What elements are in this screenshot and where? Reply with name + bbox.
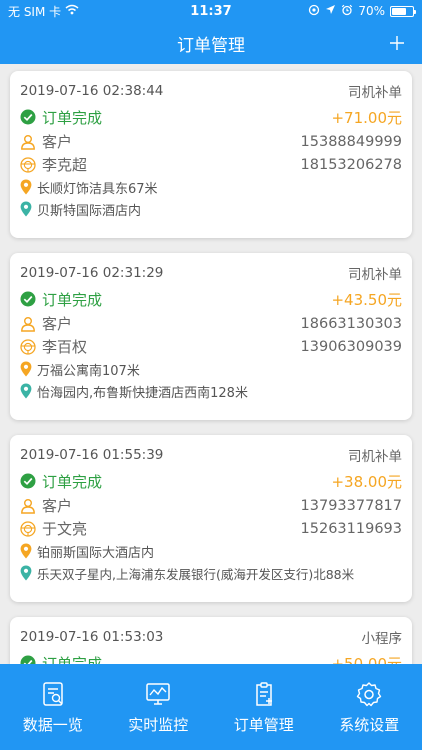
order-time: 2019-07-16 01:55:39 (20, 447, 164, 463)
driver-icon (20, 520, 36, 537)
customer-label: 客户 (42, 133, 73, 151)
page-title: 订单管理 (177, 35, 245, 56)
pickup-address: 长顺灯饰洁具东67米 (37, 181, 158, 197)
driver-name: 于文亮 (42, 520, 88, 538)
check-circle-icon (20, 473, 36, 489)
monitor-icon (146, 682, 170, 705)
customer-icon (21, 316, 35, 332)
tab-order-management[interactable]: 订单管理 (211, 664, 317, 750)
order-card[interactable]: 2019-07-16 02:31:29 司机补单 订单完成 +43.50元 客户… (10, 253, 412, 420)
order-status-text: 订单完成 (42, 290, 103, 309)
add-order-button[interactable] (382, 28, 412, 58)
tab-label: 数据一览 (22, 715, 83, 734)
battery-percent: 70% (358, 4, 385, 18)
driver-icon (20, 156, 36, 173)
alarm-icon (341, 4, 353, 19)
customer-icon (21, 134, 35, 150)
order-source: 司机补单 (348, 449, 402, 465)
customer-icon (21, 498, 35, 514)
order-time: 2019-07-16 02:31:29 (20, 265, 164, 281)
pickup-pin-icon (20, 543, 32, 559)
order-amount: +43.50元 (331, 290, 402, 309)
tab-bar: 数据一览 实时监控 订单管理 系统设置 (0, 664, 422, 750)
order-source: 司机补单 (348, 267, 402, 283)
order-amount: +71.00元 (331, 108, 402, 127)
pickup-address: 万福公寓南107米 (37, 363, 140, 379)
pickup-pin-icon (20, 179, 32, 195)
settings-gear-icon (357, 681, 382, 706)
driver-phone[interactable]: 18153206278 (301, 157, 402, 173)
check-circle-icon (20, 291, 36, 307)
wifi-icon (65, 4, 79, 18)
order-status: 订单完成 (20, 653, 103, 665)
order-time: 2019-07-16 01:53:03 (20, 629, 164, 645)
title-bar: 订单管理 (0, 22, 422, 64)
order-card[interactable]: 2019-07-16 02:38:44 司机补单 订单完成 +71.00元 客户… (10, 71, 412, 238)
order-card[interactable]: 2019-07-16 01:55:39 司机补单 订单完成 +38.00元 客户… (10, 435, 412, 602)
order-status: 订单完成 (20, 289, 102, 310)
destination-address: 怡海园内,布鲁斯快捷酒店西南128米 (37, 385, 248, 401)
tab-realtime-monitor[interactable]: 实时监控 (106, 664, 212, 750)
customer-phone[interactable]: 13793377817 (301, 498, 402, 514)
tab-label: 订单管理 (233, 715, 294, 734)
destination-pin-icon (20, 201, 32, 217)
pickup-address: 铂丽斯国际大酒店内 (37, 545, 155, 561)
order-amount: +50.00元 (331, 654, 402, 665)
order-card[interactable]: 2019-07-16 01:53:03 小程序 订单完成 +50.00元 (10, 617, 412, 664)
header: 无 SIM 卡 11:37 70% 订单管理 (0, 0, 422, 64)
order-status-text: 订单完成 (42, 108, 103, 127)
location-lock-icon (308, 4, 320, 19)
order-status-text: 订单完成 (42, 472, 103, 491)
plus-icon (390, 36, 404, 50)
data-overview-icon (43, 681, 63, 706)
order-list[interactable]: 2019-07-16 02:38:44 司机补单 订单完成 +71.00元 客户… (0, 64, 422, 664)
driver-name: 李百权 (42, 338, 88, 356)
customer-phone[interactable]: 18663130303 (301, 316, 402, 332)
tab-data-overview[interactable]: 数据一览 (0, 664, 106, 750)
status-bar: 无 SIM 卡 11:37 70% (0, 0, 422, 22)
driver-phone[interactable]: 13906309039 (301, 339, 402, 355)
order-management-icon (256, 681, 272, 706)
order-status: 订单完成 (20, 471, 102, 492)
destination-pin-icon (20, 383, 32, 399)
customer-label: 客户 (42, 497, 73, 515)
order-amount: +38.00元 (331, 472, 402, 491)
order-status-text: 订单完成 (42, 654, 103, 665)
destination-address: 贝斯特国际酒店内 (37, 203, 142, 219)
driver-name: 李克超 (42, 156, 88, 174)
order-status: 订单完成 (20, 107, 102, 128)
status-right: 70% (308, 4, 416, 19)
tab-label: 系统设置 (339, 715, 400, 734)
pickup-pin-icon (20, 361, 32, 377)
driver-icon (20, 338, 36, 355)
destination-address: 乐天双子星内,上海浦东发展银行(威海开发区支行)北88米 (37, 566, 355, 582)
battery-icon (390, 5, 416, 17)
status-left: 无 SIM 卡 (8, 3, 79, 20)
location-arrow-icon (325, 4, 336, 18)
customer-label: 客户 (42, 315, 73, 333)
customer-phone[interactable]: 15388849999 (301, 134, 402, 150)
tab-label: 实时监控 (128, 715, 189, 734)
order-source: 小程序 (361, 631, 403, 647)
destination-pin-icon (20, 565, 32, 581)
tab-system-settings[interactable]: 系统设置 (317, 664, 422, 750)
check-circle-icon (20, 109, 36, 125)
driver-phone[interactable]: 15263119693 (301, 521, 402, 537)
order-time: 2019-07-16 02:38:44 (20, 83, 164, 99)
check-circle-icon (20, 655, 36, 664)
order-source: 司机补单 (348, 85, 402, 101)
carrier-text: 无 SIM 卡 (8, 4, 62, 19)
